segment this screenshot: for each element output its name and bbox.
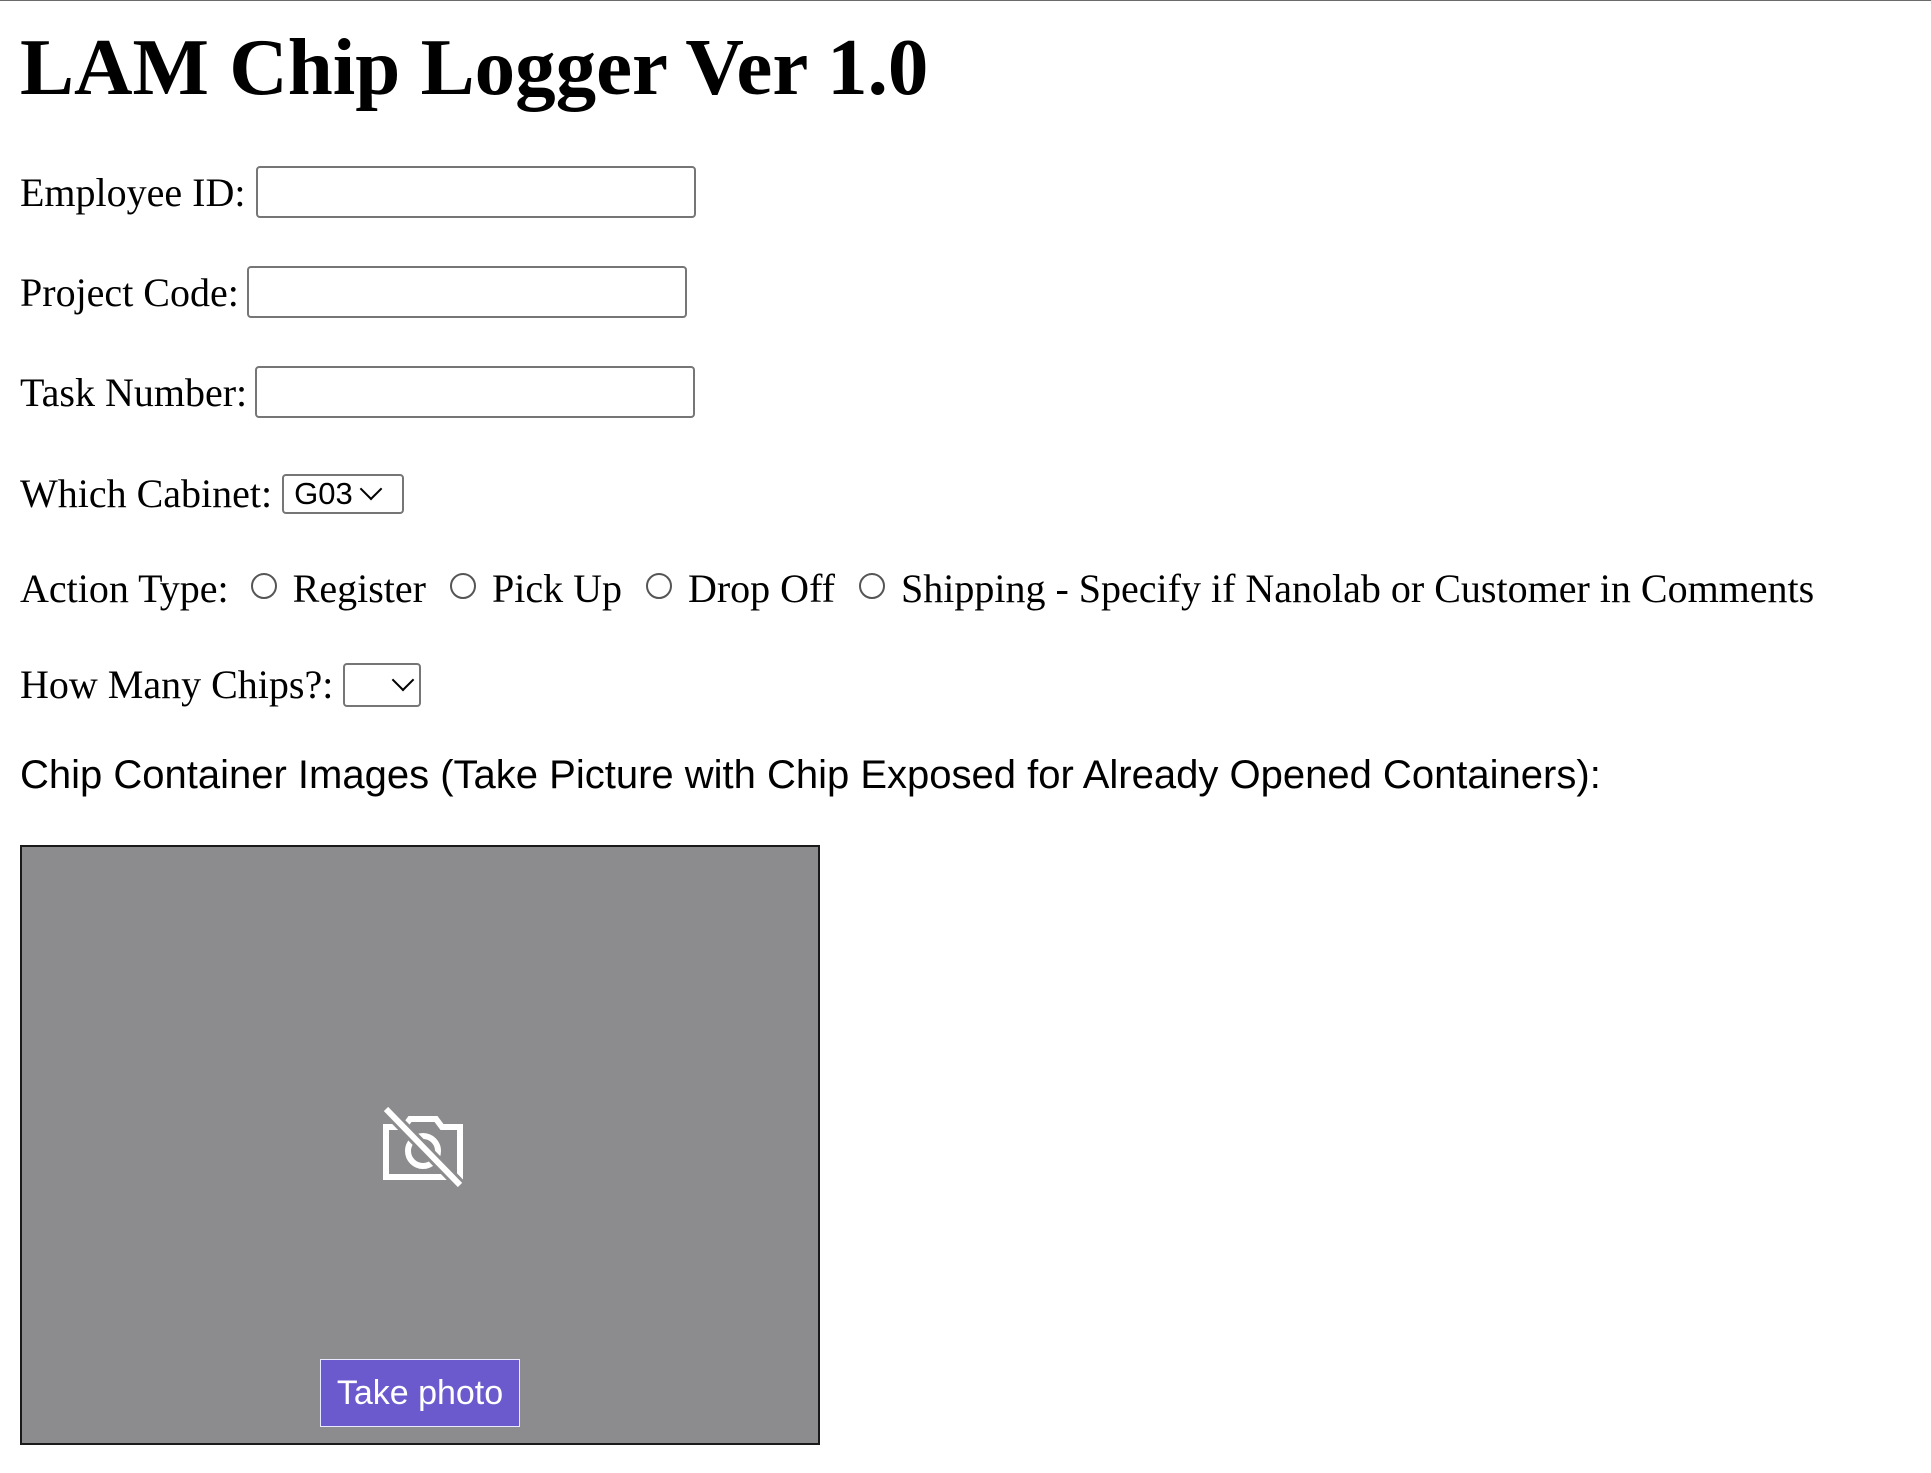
cabinet-selected-value: G03 [294,475,353,511]
employee-id-label: Employee ID: [20,169,246,215]
project-code-input[interactable] [246,266,687,318]
project-code-row: Project Code: [20,266,687,318]
action-register-label[interactable]: Register [293,565,426,612]
chip-count-select[interactable] [343,662,422,707]
task-number-row: Task Number: [20,366,696,418]
chevron-down-icon [359,477,383,500]
action-drop-off-radio[interactable] [645,572,672,599]
take-photo-button[interactable]: Take photo [320,1359,520,1427]
chevron-down-icon [392,668,415,691]
project-code-label: Project Code: [20,269,239,315]
action-pick-up-label[interactable]: Pick Up [492,565,622,612]
chip-count-row: How Many Chips?: [20,661,422,708]
chip-count-label: How Many Chips?: [20,662,334,707]
action-register-radio[interactable] [250,572,277,599]
task-number-label: Task Number: [20,369,248,415]
cabinet-select[interactable]: G03 [282,473,405,514]
cabinet-label: Which Cabinet: [20,471,273,516]
cabinet-row: Which Cabinet: G03 [20,470,405,517]
action-pick-up-radio[interactable] [449,572,476,599]
action-drop-off-label[interactable]: Drop Off [688,565,835,612]
action-type-label: Action Type: [20,566,229,611]
employee-id-input[interactable] [255,166,696,218]
camera-off-icon [380,1103,466,1190]
page-title: LAM Chip Logger Ver 1.0 [20,22,929,112]
task-number-input[interactable] [255,366,696,418]
action-type-row: Action Type: Register Pick Up Drop Off S… [20,565,1814,612]
action-shipping-radio[interactable] [858,572,885,599]
employee-id-row: Employee ID: [20,166,696,218]
camera-preview: Take photo [20,845,820,1445]
container-images-heading: Chip Container Images (Take Picture with… [20,753,1601,797]
action-shipping-label[interactable]: Shipping - Specify if Nanolab or Custome… [901,565,1814,612]
